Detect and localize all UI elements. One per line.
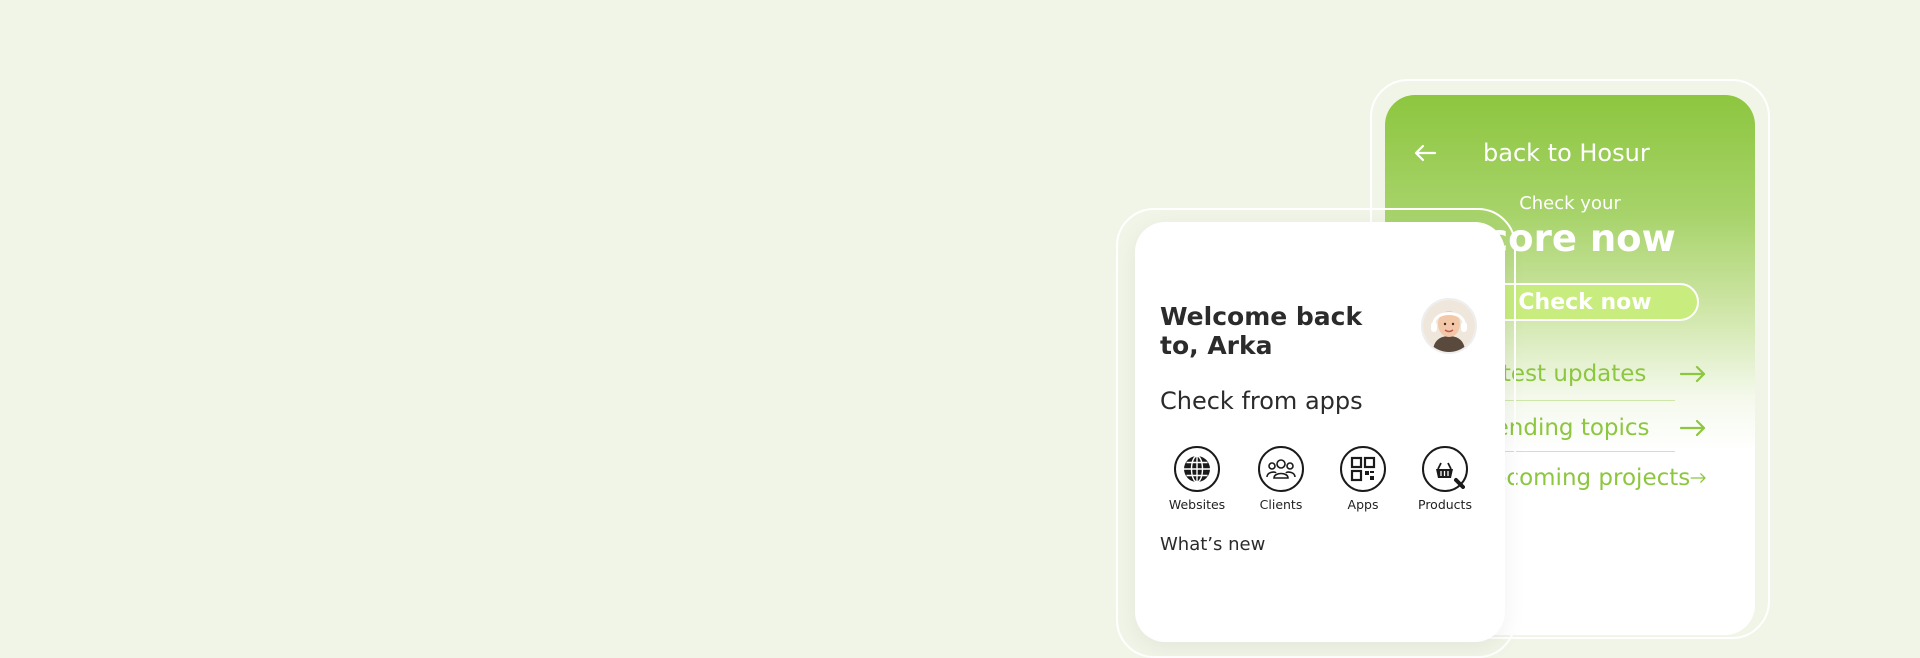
grid-icon xyxy=(1340,446,1386,492)
app-label: Clients xyxy=(1259,497,1303,512)
app-label: Websites xyxy=(1168,497,1226,512)
people-icon xyxy=(1258,446,1304,492)
app-label: Products xyxy=(1418,497,1472,512)
welcome-heading: Welcome back to, Arka xyxy=(1160,302,1363,360)
arrow-right-icon xyxy=(1690,473,1706,483)
section-title: Check from apps xyxy=(1160,387,1363,415)
basket-search-icon xyxy=(1422,446,1468,492)
app-products[interactable]: Products xyxy=(1405,446,1485,512)
avatar-image xyxy=(1423,300,1475,352)
arrow-left-icon[interactable] xyxy=(1413,143,1437,163)
app-apps[interactable]: Apps xyxy=(1323,446,1403,512)
user-avatar[interactable] xyxy=(1421,298,1477,354)
globe-icon xyxy=(1174,446,1220,492)
back-title: back to Hosur xyxy=(1483,139,1650,167)
arrow-right-icon xyxy=(1679,365,1706,383)
app-label: Apps xyxy=(1347,497,1379,512)
front-phone-screen: Welcome back to, Arka Check from apps We… xyxy=(1135,222,1505,642)
app-websites[interactable]: Websites xyxy=(1157,446,1237,512)
app-clients[interactable]: Clients xyxy=(1241,446,1321,512)
whats-new-heading: What’s new xyxy=(1160,534,1266,555)
arrow-right-icon xyxy=(1679,419,1706,437)
